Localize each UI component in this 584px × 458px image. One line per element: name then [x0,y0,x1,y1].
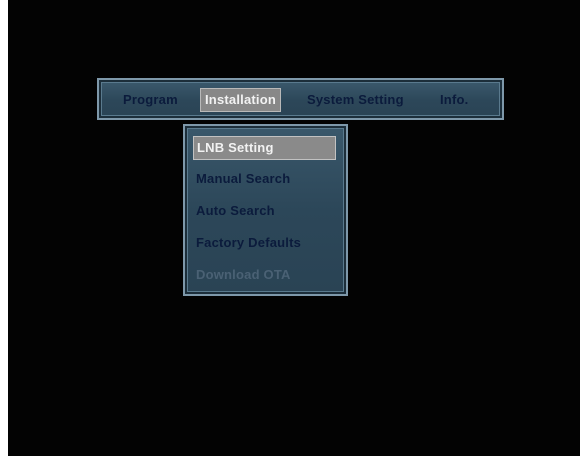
dropdown-item-lnb-setting[interactable]: LNB Setting [193,136,336,160]
menu-program[interactable]: Program [123,89,178,111]
tv-screen: Program Installation System Setting Info… [8,0,580,456]
installation-dropdown: LNB Setting Manual Search Auto Search Fa… [183,124,348,296]
menu-info[interactable]: Info. [440,89,468,111]
main-menu-bar: Program Installation System Setting Info… [97,78,504,120]
dropdown-item-auto-search[interactable]: Auto Search [193,200,275,222]
menu-installation[interactable]: Installation [200,88,282,112]
dropdown-item-download-ota: Download OTA [196,267,291,282]
dropdown-item-manual-search[interactable]: Manual Search [193,168,290,190]
dropdown-item-factory-defaults[interactable]: Factory Defaults [193,232,301,254]
menu-system-setting[interactable]: System Setting [307,89,404,111]
